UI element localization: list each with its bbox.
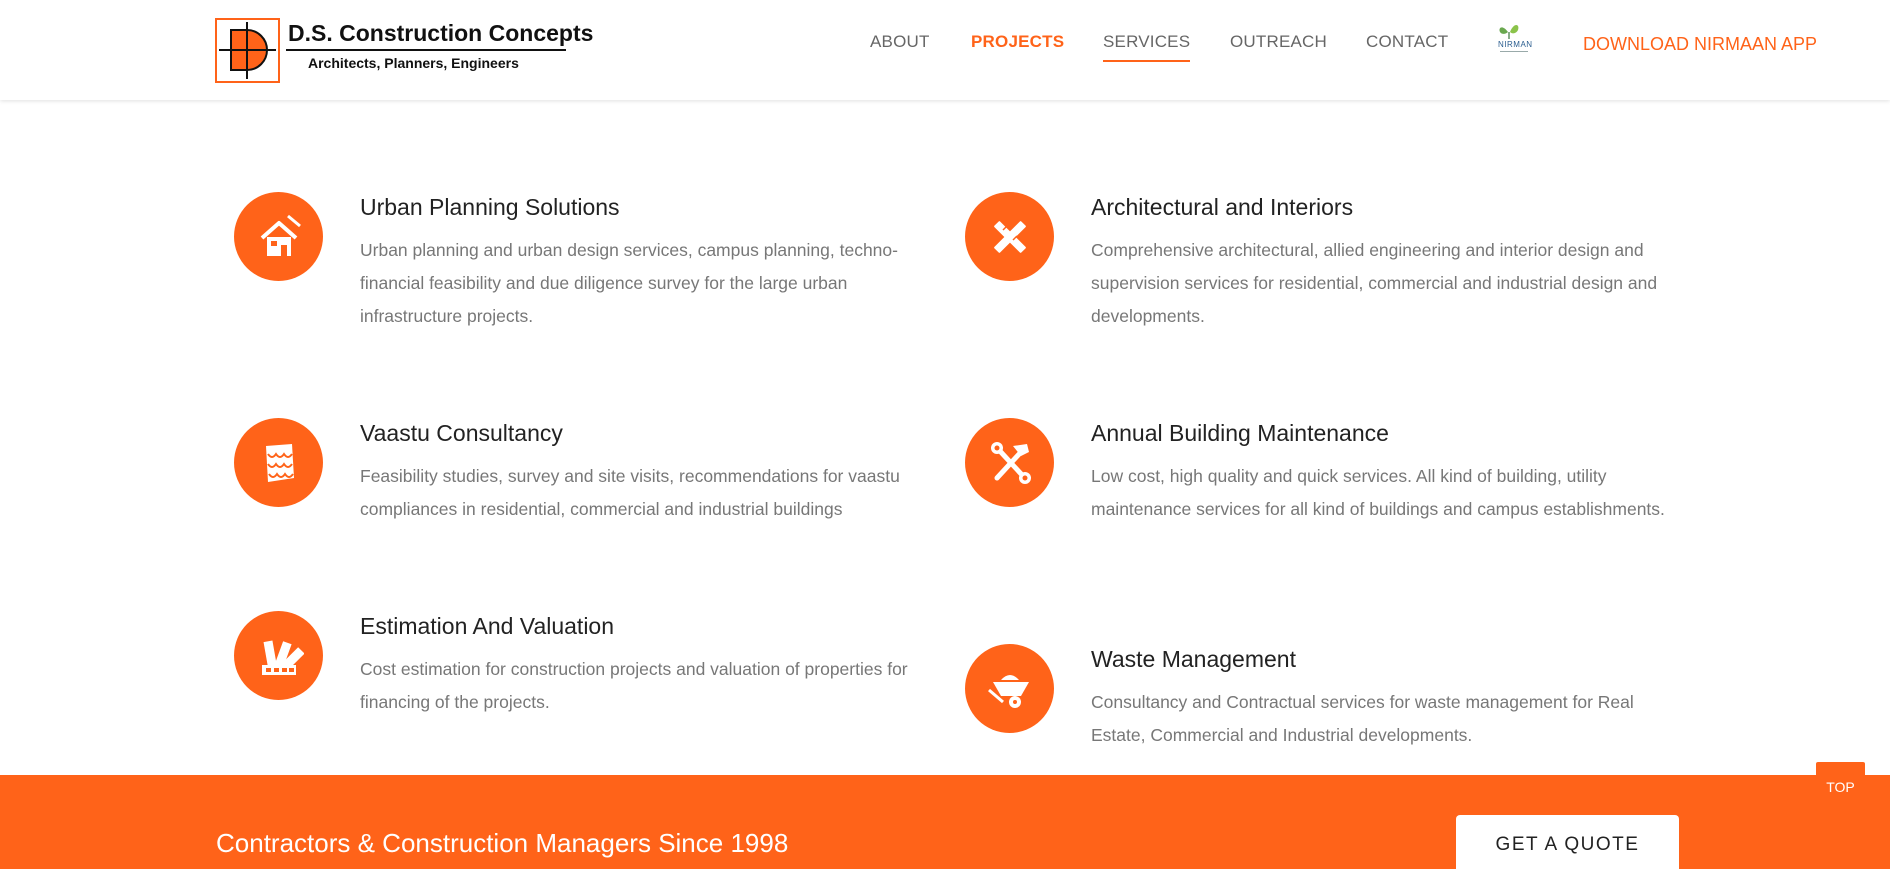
back-to-top-button[interactable]: TOP: [1816, 762, 1865, 811]
service-description: Feasibility studies, survey and site vis…: [360, 466, 900, 519]
service-description: Cost estimation for construction project…: [360, 659, 908, 712]
service-body: Annual Building Maintenance Low cost, hi…: [1091, 418, 1666, 526]
nirmaan-leaf-icon: [1499, 25, 1519, 39]
service-body: Urban Planning Solutions Urban planning …: [360, 192, 935, 333]
service-description: Consultancy and Contractual services for…: [1091, 692, 1634, 745]
service-body: Architectural and Interiors Comprehensiv…: [1091, 192, 1666, 333]
nirmaan-logo[interactable]: NIRMAN: [1494, 20, 1534, 58]
nirmaan-logo-text: NIRMAN: [1498, 40, 1533, 49]
logo-subtitle: Architects, Planners, Engineers: [308, 55, 519, 71]
logo-text: D.S. Construction Concepts Architects, P…: [286, 18, 593, 71]
service-body: Vaastu Consultancy Feasibility studies, …: [360, 418, 935, 526]
cta-tagline: Contractors & Construction Managers Sinc…: [216, 828, 789, 858]
service-title: Architectural and Interiors: [1091, 194, 1354, 220]
hammer-wrench-icon: [965, 418, 1054, 507]
cta-band: Contractors & Construction Managers Sinc…: [0, 775, 1890, 869]
service-description: Comprehensive architectural, allied engi…: [1091, 240, 1658, 326]
pencil-ruler-icon: [965, 192, 1054, 281]
get-quote-button[interactable]: GET A QUOTE: [1456, 815, 1679, 869]
site-header: D.S. Construction Concepts Architects, P…: [0, 0, 1890, 100]
service-title: Annual Building Maintenance: [1091, 420, 1389, 446]
roof-tiles-icon: [234, 418, 323, 507]
download-app-link[interactable]: DOWNLOAD NIRMAAN APP: [1583, 34, 1817, 55]
nav-projects[interactable]: PROJECTS: [971, 32, 1064, 52]
service-title: Waste Management: [1091, 646, 1296, 672]
logo-mark-icon: [215, 18, 280, 83]
service-description: Urban planning and urban design services…: [360, 240, 898, 326]
service-title: Urban Planning Solutions: [360, 194, 620, 220]
wheelbarrow-icon: [965, 644, 1054, 733]
service-title: Vaastu Consultancy: [360, 420, 563, 446]
logo-title: D.S. Construction Concepts: [288, 20, 594, 46]
nirmaan-logo-rule: [1500, 51, 1528, 52]
nav-contact[interactable]: CONTACT: [1366, 32, 1448, 52]
site-logo[interactable]: D.S. Construction Concepts Architects, P…: [215, 18, 593, 83]
house-icon: [234, 192, 323, 281]
service-body: Estimation And Valuation Cost estimation…: [360, 611, 935, 719]
nav-services[interactable]: SERVICES: [1103, 32, 1191, 62]
service-title: Estimation And Valuation: [360, 613, 615, 639]
nav-outreach[interactable]: OUTREACH: [1230, 32, 1327, 52]
nav-about[interactable]: ABOUT: [870, 32, 930, 52]
logo-divider: [286, 49, 566, 51]
service-body: Waste Management Consultancy and Contrac…: [1091, 644, 1666, 752]
color-swatch-icon: [234, 611, 323, 700]
service-description: Low cost, high quality and quick service…: [1091, 466, 1665, 519]
